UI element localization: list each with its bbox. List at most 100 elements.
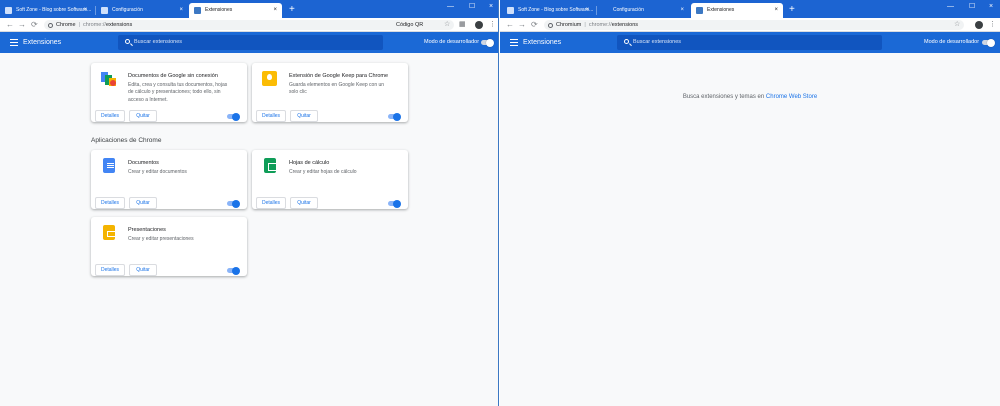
- chrome-window-right: Soft Zone - Blog sobre Software... × Con…: [500, 0, 1000, 406]
- details-button[interactable]: Detalles: [95, 110, 125, 122]
- settings-gear-icon: [101, 7, 108, 14]
- new-tab-button[interactable]: +: [289, 3, 295, 17]
- keep-icon: [262, 71, 277, 86]
- tab-extensiones[interactable]: Extensiones ×: [691, 3, 783, 18]
- tab-extensiones[interactable]: Extensiones ×: [189, 3, 282, 18]
- minimize-button[interactable]: —: [447, 2, 454, 12]
- extensions-header: Extensiones Buscar extensiones Modo de d…: [500, 32, 1000, 53]
- maximize-button[interactable]: ☐: [469, 2, 475, 12]
- enable-toggle[interactable]: [227, 266, 240, 275]
- chrome-web-store-link[interactable]: Chrome Web Store: [766, 94, 817, 100]
- more-menu-icon[interactable]: ⋮: [489, 20, 496, 30]
- remove-button[interactable]: Quitar: [129, 197, 157, 209]
- puzzle-icon: [696, 7, 703, 14]
- browser-toolbar: ← → ⟳ Chromium | chrome://extensions ☆ ⋮: [500, 18, 1000, 32]
- slides-icon: [103, 225, 116, 240]
- dev-mode-toggle[interactable]: [481, 38, 494, 47]
- tab-configuracion[interactable]: Configuración ×: [597, 3, 689, 18]
- profile-avatar[interactable]: [475, 21, 483, 29]
- site-info-icon[interactable]: [548, 22, 553, 28]
- tab-strip: Soft Zone - Blog sobre Software... × Con…: [0, 0, 498, 18]
- enable-toggle[interactable]: [388, 112, 401, 121]
- dev-mode-label: Modo de desarrollador: [424, 39, 480, 45]
- app-card-sheets: Hojas de cálculo Crear y editar hojas de…: [252, 150, 408, 209]
- tab-strip: Soft Zone - Blog sobre Software... × Con…: [500, 0, 1000, 18]
- docs-offline-icon: [101, 71, 116, 86]
- maximize-button[interactable]: ☐: [969, 2, 975, 12]
- window-close-button[interactable]: ×: [989, 2, 993, 12]
- address-bar[interactable]: Chrome | chrome://extensions Código QR ☆: [44, 20, 454, 30]
- tab-label: Extensiones: [205, 7, 233, 13]
- enable-toggle[interactable]: [388, 199, 401, 208]
- enable-toggle[interactable]: [227, 199, 240, 208]
- site-info-icon[interactable]: [48, 22, 53, 28]
- empty-state-message: Busca extensiones y temas en Chrome Web …: [500, 93, 1000, 101]
- tab-softzone[interactable]: Soft Zone - Blog sobre Software... ×: [0, 3, 92, 18]
- details-button[interactable]: Detalles: [256, 110, 286, 122]
- new-tab-button[interactable]: +: [789, 3, 795, 17]
- star-icon[interactable]: ☆: [444, 20, 450, 30]
- hamburger-menu-icon[interactable]: [10, 39, 18, 46]
- app-name: Hojas de cálculo: [289, 160, 330, 166]
- extensions-content: Documentos de Google sin conexión Edita,…: [0, 53, 498, 406]
- url-site: Chromium: [556, 22, 582, 28]
- remove-button[interactable]: Quitar: [129, 264, 157, 276]
- close-icon[interactable]: ×: [774, 3, 778, 18]
- search-icon: [624, 39, 629, 44]
- forward-button[interactable]: →: [518, 20, 526, 30]
- extension-name: Extensión de Google Keep para Chrome: [289, 73, 389, 79]
- tab-label: Extensiones: [707, 7, 735, 13]
- puzzle-icon: [194, 7, 201, 14]
- tab-label: Soft Zone - Blog sobre Software...: [518, 7, 594, 13]
- tab-configuracion[interactable]: Configuración ×: [96, 3, 188, 18]
- details-button[interactable]: Detalles: [95, 264, 125, 276]
- extensions-content: Busca extensiones y temas en Chrome Web …: [500, 53, 1000, 406]
- extensions-header: Extensiones Buscar extensiones Modo de d…: [0, 32, 498, 53]
- back-button[interactable]: ←: [6, 20, 14, 30]
- url-scheme: chrome://: [83, 22, 106, 28]
- address-bar[interactable]: Chromium | chrome://extensions ☆: [544, 20, 964, 30]
- sheets-icon: [264, 158, 277, 173]
- app-name: Documentos: [128, 160, 159, 166]
- details-button[interactable]: Detalles: [95, 197, 125, 209]
- back-button[interactable]: ←: [506, 20, 514, 30]
- reload-button[interactable]: ⟳: [531, 20, 538, 30]
- close-icon[interactable]: ×: [179, 3, 183, 18]
- favicon-icon: [507, 7, 514, 14]
- minimize-button[interactable]: —: [947, 2, 954, 12]
- url-site: Chrome: [56, 22, 76, 28]
- forward-button[interactable]: →: [18, 20, 26, 30]
- hamburger-menu-icon[interactable]: [510, 39, 518, 46]
- tab-softzone[interactable]: Soft Zone - Blog sobre Software... ×: [502, 3, 594, 18]
- tab-label: Configuración: [112, 7, 143, 13]
- profile-avatar[interactable]: [975, 21, 983, 29]
- more-menu-icon[interactable]: ⋮: [989, 20, 996, 30]
- reload-button[interactable]: ⟳: [31, 20, 38, 30]
- extension-description: Edita, crea y consulta tus documentos, h…: [128, 82, 228, 103]
- close-icon[interactable]: ×: [83, 3, 87, 18]
- dev-mode-toggle[interactable]: [982, 38, 995, 47]
- page-title: Extensiones: [523, 39, 562, 46]
- dev-mode-label: Modo de desarrollador: [924, 39, 980, 45]
- app-description: Crear y editar presentaciones: [128, 236, 194, 242]
- extensions-puzzle-icon[interactable]: ▦: [459, 20, 466, 30]
- enable-toggle[interactable]: [227, 112, 240, 121]
- details-button[interactable]: Detalles: [256, 197, 286, 209]
- remove-button[interactable]: Quitar: [290, 197, 318, 209]
- favicon-icon: [5, 7, 12, 14]
- window-close-button[interactable]: ×: [489, 2, 493, 12]
- qr-code-label: Código QR: [396, 22, 424, 28]
- star-icon[interactable]: ☆: [954, 20, 960, 30]
- empty-state-text: Busca extensiones y temas en: [682, 94, 765, 100]
- search-extensions-input[interactable]: Buscar extensiones: [617, 35, 882, 50]
- close-icon[interactable]: ×: [585, 3, 589, 18]
- remove-button[interactable]: Quitar: [290, 110, 318, 122]
- remove-button[interactable]: Quitar: [129, 110, 157, 122]
- close-icon[interactable]: ×: [680, 3, 684, 18]
- search-extensions-input[interactable]: Buscar extensiones: [118, 35, 383, 50]
- qr-code-button[interactable]: Código QR: [396, 20, 423, 30]
- close-icon[interactable]: ×: [273, 3, 277, 18]
- apps-section-title: Aplicaciones de Chrome: [91, 137, 162, 144]
- tab-label: Configuración: [613, 7, 644, 13]
- app-description: Crear y editar documentos: [128, 169, 187, 175]
